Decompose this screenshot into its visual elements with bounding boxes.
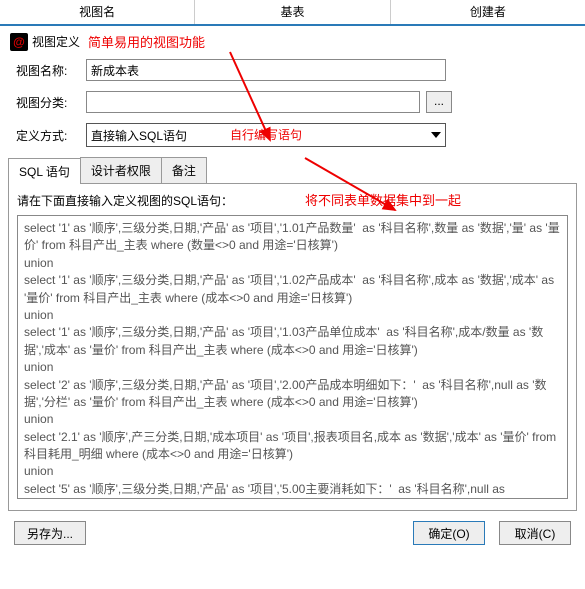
- saveas-button[interactable]: 另存为...: [14, 521, 86, 545]
- sql-textarea[interactable]: [17, 215, 568, 499]
- label-view-category: 视图分类:: [16, 94, 86, 111]
- select-value: 直接输入SQL语句: [91, 127, 187, 144]
- tab-note[interactable]: 备注: [161, 157, 207, 183]
- row-view-category: 视图分类: ...: [10, 91, 575, 113]
- ok-button[interactable]: 确定(O): [413, 521, 485, 545]
- chevron-down-icon: [431, 132, 441, 138]
- label-define-mode: 定义方式:: [16, 127, 86, 144]
- app-icon: @: [10, 33, 28, 51]
- dialog-header: @ 视图定义 简单易用的视图功能: [10, 32, 575, 51]
- dialog-title: 视图定义: [32, 33, 80, 50]
- inner-tabs: SQL 语句 设计者权限 备注: [8, 157, 577, 184]
- label-view-name: 视图名称:: [16, 62, 86, 79]
- tab-creator[interactable]: 创建者: [391, 0, 585, 24]
- sql-panel: 请在下面直接输入定义视图的SQL语句： 将不同表单数据集中到一起: [8, 184, 577, 511]
- row-view-name: 视图名称:: [10, 59, 575, 81]
- tab-base-table[interactable]: 基表: [195, 0, 390, 24]
- mode-annotation: 自行编写语句: [230, 126, 302, 143]
- sql-prompt: 请在下面直接输入定义视图的SQL语句：: [17, 192, 568, 209]
- tab-permission[interactable]: 设计者权限: [80, 157, 162, 183]
- row-define-mode: 定义方式: 直接输入SQL语句 自行编写语句: [10, 123, 575, 147]
- input-view-name[interactable]: [86, 59, 446, 81]
- button-bar: 另存为... 确定(O) 取消(C): [0, 511, 585, 553]
- top-tabs: 视图名 基表 创建者: [0, 0, 585, 26]
- browse-button[interactable]: ...: [426, 91, 452, 113]
- header-annotation: 简单易用的视图功能: [88, 32, 205, 51]
- cancel-button[interactable]: 取消(C): [499, 521, 571, 545]
- tab-sql[interactable]: SQL 语句: [8, 158, 81, 184]
- input-view-category[interactable]: [86, 91, 420, 113]
- tab-view-name[interactable]: 视图名: [0, 0, 195, 24]
